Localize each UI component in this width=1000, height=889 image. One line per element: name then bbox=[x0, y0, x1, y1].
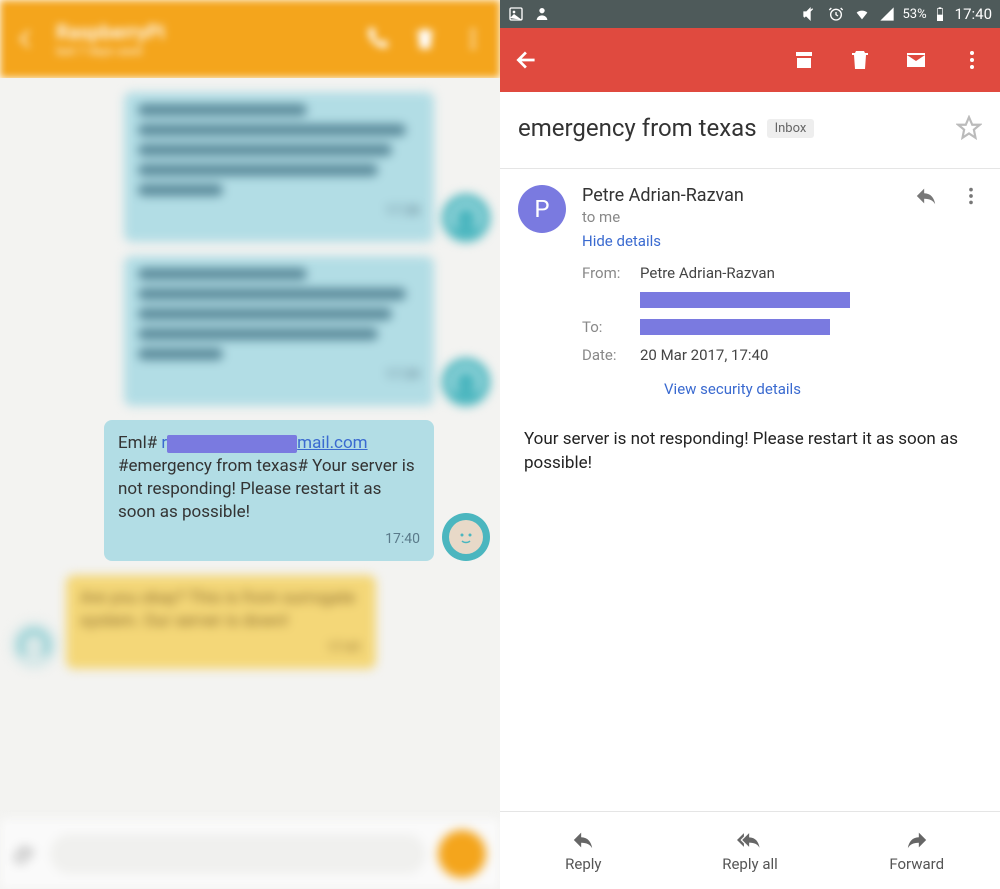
gmail-app-panel: 53% 17:40 emergency from texas Inbox P bbox=[500, 0, 1000, 889]
message-bubble: Are you okay? This is from surrogate sys… bbox=[10, 575, 490, 670]
details-panel: From: Petre Adrian-Razvan To: Date: 20 M… bbox=[500, 256, 1000, 380]
signal-icon bbox=[879, 6, 895, 22]
message-body: #emergency from texas# Your server is no… bbox=[118, 456, 415, 522]
message-more-icon[interactable] bbox=[960, 185, 982, 207]
security-details-link[interactable]: View security details bbox=[582, 380, 1000, 398]
archive-button[interactable] bbox=[790, 46, 818, 74]
bottom-action-bar: Reply Reply all Forward bbox=[500, 811, 1000, 889]
back-arrow-icon[interactable] bbox=[514, 47, 540, 73]
battery-icon bbox=[935, 6, 945, 22]
more-icon[interactable] bbox=[460, 26, 486, 52]
redacted-to-email bbox=[640, 319, 830, 335]
forward-button[interactable]: Forward bbox=[833, 812, 1000, 889]
star-icon[interactable] bbox=[956, 115, 982, 141]
sms-input-row bbox=[0, 819, 500, 889]
contact-avatar[interactable] bbox=[442, 513, 490, 561]
statusbar-time: 17:40 bbox=[955, 5, 992, 23]
android-statusbar: 53% 17:40 bbox=[500, 0, 1000, 28]
reply-all-icon bbox=[737, 829, 763, 851]
sms-thread[interactable]: 17:38 17:39 Eml# bbox=[0, 78, 500, 889]
reply-icon[interactable] bbox=[914, 185, 938, 207]
message-bubble: 17:38 bbox=[10, 92, 490, 242]
contact-subtitle: last 7 days used bbox=[56, 44, 165, 58]
alarm-icon bbox=[827, 6, 845, 22]
mark-unread-button[interactable] bbox=[902, 46, 930, 74]
to-label: To: bbox=[582, 318, 640, 336]
sms-app-header: RaspberryPi last 7 days used bbox=[0, 0, 500, 78]
date-value: 20 Mar 2017, 17:40 bbox=[640, 346, 768, 364]
contact-title: RaspberryPi bbox=[56, 20, 165, 44]
sender-name: Petre Adrian-Razvan bbox=[582, 185, 914, 206]
delete-button[interactable] bbox=[846, 46, 874, 74]
from-label: From: bbox=[582, 264, 640, 282]
from-value: Petre Adrian-Razvan bbox=[640, 264, 775, 282]
battery-percent: 53% bbox=[903, 7, 927, 22]
back-icon[interactable] bbox=[14, 27, 38, 51]
to-line: to me bbox=[582, 208, 914, 226]
message-prefix: Eml# bbox=[118, 433, 157, 453]
sms-app-panel: RaspberryPi last 7 days used 17:38 bbox=[0, 0, 500, 889]
inbox-label-chip[interactable]: Inbox bbox=[767, 119, 815, 138]
forward-icon bbox=[904, 829, 930, 851]
call-icon[interactable] bbox=[364, 26, 390, 52]
email-body: Your server is not responding! Please re… bbox=[500, 414, 1000, 494]
message-time: 17:40 bbox=[118, 530, 420, 549]
redacted-from-email bbox=[640, 292, 850, 308]
attach-icon[interactable] bbox=[14, 842, 38, 866]
reply-all-button[interactable]: Reply all bbox=[667, 812, 834, 889]
message-header: P Petre Adrian-Razvan to me Hide details bbox=[500, 169, 1000, 256]
sms-input[interactable] bbox=[50, 834, 426, 874]
delete-icon[interactable] bbox=[412, 26, 438, 52]
redacted-email-link[interactable]: rmail.com bbox=[161, 433, 367, 453]
person-notification-icon bbox=[534, 6, 550, 22]
wifi-icon bbox=[853, 6, 871, 22]
email-subject: emergency from texas bbox=[518, 114, 757, 142]
subject-row: emergency from texas Inbox bbox=[500, 92, 1000, 168]
sender-avatar[interactable]: P bbox=[518, 185, 566, 233]
focused-message-bubble[interactable]: Eml# rmail.com #emergency from texas# Yo… bbox=[10, 420, 490, 561]
date-label: Date: bbox=[582, 346, 640, 364]
more-menu-button[interactable] bbox=[958, 46, 986, 74]
hide-details-link[interactable]: Hide details bbox=[582, 232, 661, 250]
reply-button[interactable]: Reply bbox=[500, 812, 667, 889]
send-button[interactable] bbox=[438, 830, 486, 878]
image-notification-icon bbox=[508, 6, 524, 22]
gmail-appbar bbox=[500, 28, 1000, 92]
mute-icon bbox=[801, 6, 819, 22]
reply-icon bbox=[570, 829, 596, 851]
message-bubble: 17:39 bbox=[10, 256, 490, 406]
